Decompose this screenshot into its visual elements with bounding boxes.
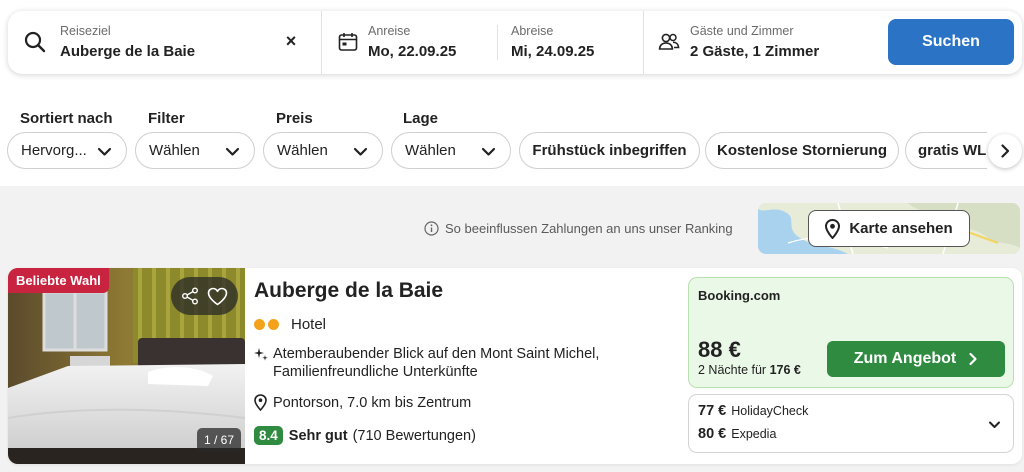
sort-label: Sortiert nach <box>20 110 113 127</box>
search-icon <box>24 31 46 58</box>
view-deal-button[interactable]: Zum Angebot <box>827 341 1005 377</box>
offer-price: 88 € <box>698 337 741 362</box>
chevron-down-icon <box>225 144 240 163</box>
chevron-down-icon <box>353 144 368 163</box>
filter-label: Filter <box>148 110 185 127</box>
chevron-down-icon[interactable] <box>988 418 1001 431</box>
checkout-label: Abreise <box>511 24 554 38</box>
map-pin-icon <box>825 218 841 239</box>
hotel-type: Hotel <box>254 316 326 333</box>
sort-value: Hervorg... <box>21 142 87 159</box>
destination-field[interactable]: Reiseziel Auberge de la Baie × <box>8 11 321 74</box>
photo-actions <box>171 277 238 315</box>
map-preview[interactable]: Karte ansehen <box>758 203 1020 254</box>
view-deal-label: Zum Angebot <box>853 350 957 367</box>
clear-destination-button[interactable]: × <box>281 31 301 51</box>
ranking-info-link[interactable]: So beeinflussen Zahlungen an uns unser R… <box>424 221 733 236</box>
info-icon <box>424 221 439 236</box>
view-map-label: Karte ansehen <box>849 220 953 237</box>
chip-free-cancellation[interactable]: Kostenlose Stornierung <box>705 132 899 169</box>
location-label: Lage <box>403 110 439 127</box>
alternative-price: 77 € <box>698 403 727 419</box>
alternative-provider: Expedia <box>731 427 777 441</box>
chevron-down-icon <box>97 144 112 163</box>
sparkle-icon <box>254 345 272 381</box>
guests-label: Gäste und Zimmer <box>690 24 794 38</box>
alternative-offer-row[interactable]: 77 € HolidayCheck <box>698 403 808 419</box>
destination-value[interactable]: Auberge de la Baie <box>60 42 195 61</box>
filters-scroll-right-button[interactable] <box>988 134 1022 168</box>
checkin-value: Mo, 22.09.25 <box>368 43 457 60</box>
price-label: Preis <box>276 110 313 127</box>
view-map-button[interactable]: Karte ansehen <box>808 210 970 247</box>
hotel-highlight: Atemberaubender Blick auf den Mont Saint… <box>254 345 643 381</box>
results-area: So beeinflussen Zahlungen an uns unser R… <box>0 186 1024 472</box>
checkout-field[interactable]: Abreise Mi, 24.09.25 <box>498 11 643 74</box>
chevron-right-icon <box>969 352 977 366</box>
chevron-down-icon <box>481 144 496 163</box>
offer-nights-text: 2 Nächte für <box>698 363 767 377</box>
hotel-highlight-text: Atemberaubender Blick auf den Mont Saint… <box>273 346 600 380</box>
chip-breakfast[interactable]: Frühstück inbegriffen <box>519 132 700 169</box>
heart-icon[interactable] <box>207 287 228 306</box>
checkout-value: Mi, 24.09.25 <box>511 43 595 60</box>
sort-dropdown[interactable]: Hervorg... <box>7 132 127 169</box>
popular-badge: Beliebte Wahl <box>8 268 109 293</box>
location-value: Wählen <box>405 142 456 159</box>
alternative-price: 80 € <box>698 426 727 442</box>
alternative-offer-row[interactable]: 80 € Expedia <box>698 426 776 442</box>
filter-value: Wählen <box>149 142 200 159</box>
chevron-right-icon <box>998 144 1012 158</box>
calendar-icon <box>338 32 358 57</box>
guests-value: 2 Gäste, 1 Zimmer <box>690 43 820 60</box>
price-dropdown[interactable]: Wählen <box>263 132 383 169</box>
hotel-location: Pontorson, 7.0 km bis Zentrum <box>254 394 471 411</box>
guests-field[interactable]: Gäste und Zimmer 2 Gäste, 1 Zimmer <box>644 11 888 74</box>
price-value: Wählen <box>277 142 328 159</box>
rating-score: 8.4 <box>254 426 283 445</box>
star-dot <box>254 319 265 330</box>
ranking-note: So beeinflussen Zahlungen an uns unser R… <box>445 221 733 236</box>
best-offer-box[interactable]: Booking.com 88 € 2 Nächte für 176 € Zum … <box>688 277 1014 388</box>
hotel-card[interactable]: Beliebte Wahl 1 / 67 Auberge de la Baie … <box>8 268 1022 464</box>
hotel-type-label: Hotel <box>291 316 327 333</box>
destination-label: Reiseziel <box>60 24 111 38</box>
search-button[interactable]: Suchen <box>888 19 1014 65</box>
offer-nights: 2 Nächte für 176 € <box>698 363 801 377</box>
hotel-info: Auberge de la Baie Hotel Atemberaubender… <box>254 268 684 464</box>
location-dropdown[interactable]: Wählen <box>391 132 511 169</box>
hotel-photo[interactable]: Beliebte Wahl 1 / 67 <box>8 268 245 464</box>
people-icon <box>658 32 680 57</box>
alternative-offers[interactable]: 77 € HolidayCheck 80 € Expedia <box>688 394 1014 453</box>
alternative-provider: HolidayCheck <box>731 404 809 418</box>
photo-counter: 1 / 67 <box>197 428 241 452</box>
location-pin-icon <box>254 394 272 411</box>
rating-label: Sehr gut <box>288 427 348 444</box>
offer-nights-total: 176 € <box>769 363 801 377</box>
search-bar: Reiseziel Auberge de la Baie × Anreise M… <box>8 11 1022 74</box>
checkin-field[interactable]: Anreise Mo, 22.09.25 <box>322 11 497 74</box>
chip-free-wifi[interactable]: gratis WL <box>905 132 987 169</box>
rating-count: (710 Bewertungen) <box>352 427 476 444</box>
filter-dropdown[interactable]: Wählen <box>135 132 255 169</box>
star-dot <box>268 319 279 330</box>
checkin-label: Anreise <box>368 24 411 38</box>
hotel-location-text: Pontorson, 7.0 km bis Zentrum <box>273 394 472 411</box>
hotel-rating[interactable]: 8.4 Sehr gut (710 Bewertungen) <box>254 426 476 445</box>
filter-bar: Sortiert nach Hervorg... Filter Wählen P… <box>0 110 1024 172</box>
offer-provider: Booking.com <box>698 288 781 303</box>
hotel-name[interactable]: Auberge de la Baie <box>254 279 443 303</box>
share-icon[interactable] <box>181 287 199 305</box>
